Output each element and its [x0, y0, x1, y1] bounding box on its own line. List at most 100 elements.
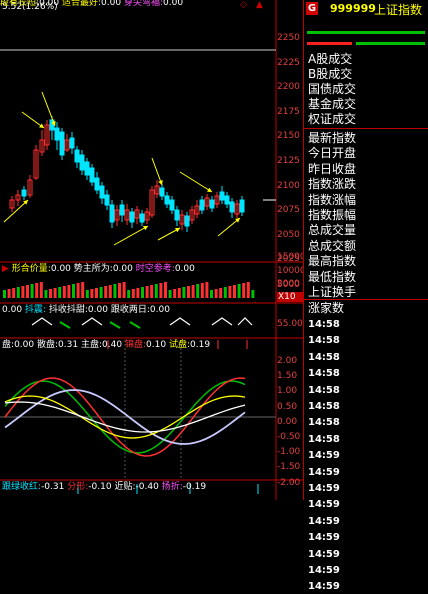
candle-body [94, 177, 100, 191]
panel-item[interactable]: 指数涨跌 [308, 177, 356, 192]
ratio-bar-2 [307, 42, 352, 45]
time-row[interactable]: 14:59 [308, 531, 340, 545]
volume-bar [210, 290, 213, 298]
volume-bar [191, 285, 195, 298]
candle-body [59, 131, 65, 156]
panel-item[interactable]: 总成交额 [308, 239, 356, 254]
volume-bar [76, 283, 80, 298]
signal-indicator-bar: 0.00 抖震: 抖收抖甜:0.00 跟收两日:0.00 [2, 305, 170, 315]
candle-body [104, 194, 110, 206]
time-row[interactable]: 14:59 [308, 498, 340, 512]
volume-bar [3, 290, 6, 298]
price-axis-label: 2250 [277, 33, 300, 43]
time-row[interactable]: 14:58 [308, 384, 340, 398]
time-row[interactable]: 14:58 [308, 351, 340, 365]
candle-body [169, 199, 175, 211]
time-row[interactable]: 14:59 [308, 449, 340, 463]
candle-body [74, 149, 80, 163]
signal-axis-label: 55.00 [277, 319, 303, 329]
candle-body [139, 213, 145, 223]
volume-bar [223, 287, 227, 298]
panel-title[interactable]: G 999999 上证指数 [304, 2, 428, 18]
candle-body [199, 199, 205, 211]
volume-bar [99, 287, 103, 298]
panel-item[interactable]: 昨日收盘 [308, 162, 356, 177]
header-indicators: 段有长短:0.00 适合最好:0.00 穿尖弯福:0.00 [0, 0, 184, 8]
candle-body [184, 215, 190, 227]
ratio-bar-1 [307, 31, 425, 34]
signal-mark [211, 317, 233, 326]
time-row[interactable]: 14:58 [308, 400, 340, 414]
candle-body [129, 211, 135, 223]
volume-bar [233, 285, 236, 298]
volume-bar [187, 286, 190, 298]
panel-item[interactable]: A股成交 [308, 52, 352, 67]
panel-item[interactable]: 最高指数 [308, 254, 356, 269]
quote-panel: G 999999 上证指数 A股成交 B股成交 国债成交 基金成交 权证成交最新指数 今日… [303, 0, 428, 592]
volume-bar [108, 285, 112, 298]
kline-chart[interactable] [0, 0, 303, 500]
volume-bar [205, 282, 209, 298]
panel-item[interactable]: 基金成交 [308, 97, 356, 112]
volume-bar [26, 285, 29, 298]
volume-bar [145, 286, 149, 298]
scroll-up-icon[interactable]: ▲ [256, 0, 263, 10]
volume-bar [95, 288, 98, 298]
price-axis-label: 2225 [277, 57, 300, 68]
signal-mark [109, 321, 121, 329]
time-row[interactable]: 14:58 [308, 367, 340, 381]
ratio-bar-3 [356, 42, 425, 45]
index-name: 上证指数 [374, 3, 423, 17]
panel-item[interactable]: 上证换手 [308, 285, 356, 300]
candle-body [54, 127, 60, 141]
panel-item[interactable]: 权证成交 [308, 112, 356, 127]
time-row[interactable]: 14:59 [308, 548, 340, 562]
panel-divider [304, 299, 428, 300]
chart-area[interactable]: 5.52(1.26%) 段有长短:0.00 适合最好:0.00 穿尖弯福:0.0… [0, 0, 306, 500]
volume-bar [90, 289, 94, 298]
volume-bar [131, 289, 135, 298]
signal-mark [31, 317, 53, 326]
signal-mark [237, 317, 253, 326]
oscillator-axis-label: 2.00 [277, 356, 298, 366]
time-row[interactable]: 14:59 [308, 515, 340, 529]
candle-body [224, 195, 230, 205]
oscillator-axis-label: -1.00 [277, 447, 301, 458]
volume-bar [154, 284, 158, 298]
panel-item[interactable]: 总成交量 [308, 223, 356, 238]
time-row[interactable]: 14:59 [308, 580, 340, 594]
time-row[interactable]: 14:59 [308, 482, 340, 496]
volume-bar [141, 287, 144, 298]
candle-body [239, 199, 245, 213]
volume-bar [228, 286, 232, 298]
footer-indicators: 跟绿收红:-0.31 分形:-0.10 近贴:-0.40 扬折:-0.19 [2, 482, 207, 492]
time-row[interactable]: 14:58 [308, 433, 340, 447]
candle-body [89, 167, 95, 183]
panel-item[interactable]: 最低指数 [308, 270, 356, 285]
volume-bar [136, 288, 140, 298]
panel-section-title[interactable]: 涨家数 [308, 301, 344, 316]
price-axis-label: 2175 [277, 106, 300, 117]
panel-item[interactable]: 国债成交 [308, 82, 356, 97]
time-row[interactable]: 14:59 [308, 564, 340, 578]
time-row[interactable]: 14:58 [308, 334, 340, 348]
panel-item[interactable]: 指数振幅 [308, 208, 356, 223]
volume-bar [118, 283, 121, 298]
candle-body [79, 154, 85, 171]
volume-bar [39, 282, 43, 298]
panel-item[interactable]: B股成交 [308, 67, 352, 82]
time-row[interactable]: 14:59 [308, 466, 340, 480]
time-row[interactable]: 14:58 [308, 416, 340, 430]
volume-bar [127, 290, 131, 298]
volume-bar [72, 284, 75, 298]
settings-icon[interactable]: ◇ [240, 0, 250, 10]
panel-item[interactable]: 最新指数 [308, 131, 356, 146]
oscillator-axis-label: 0.00 [277, 416, 298, 427]
panel-item[interactable]: 指数涨幅 [308, 193, 356, 208]
volume-bar [200, 283, 204, 298]
candle-body [159, 187, 165, 197]
volume-bar [214, 289, 218, 298]
time-row[interactable]: 14:58 [308, 318, 340, 332]
price-axis-label: 2100 [277, 180, 300, 191]
panel-item[interactable]: 今日开盘 [308, 146, 356, 161]
